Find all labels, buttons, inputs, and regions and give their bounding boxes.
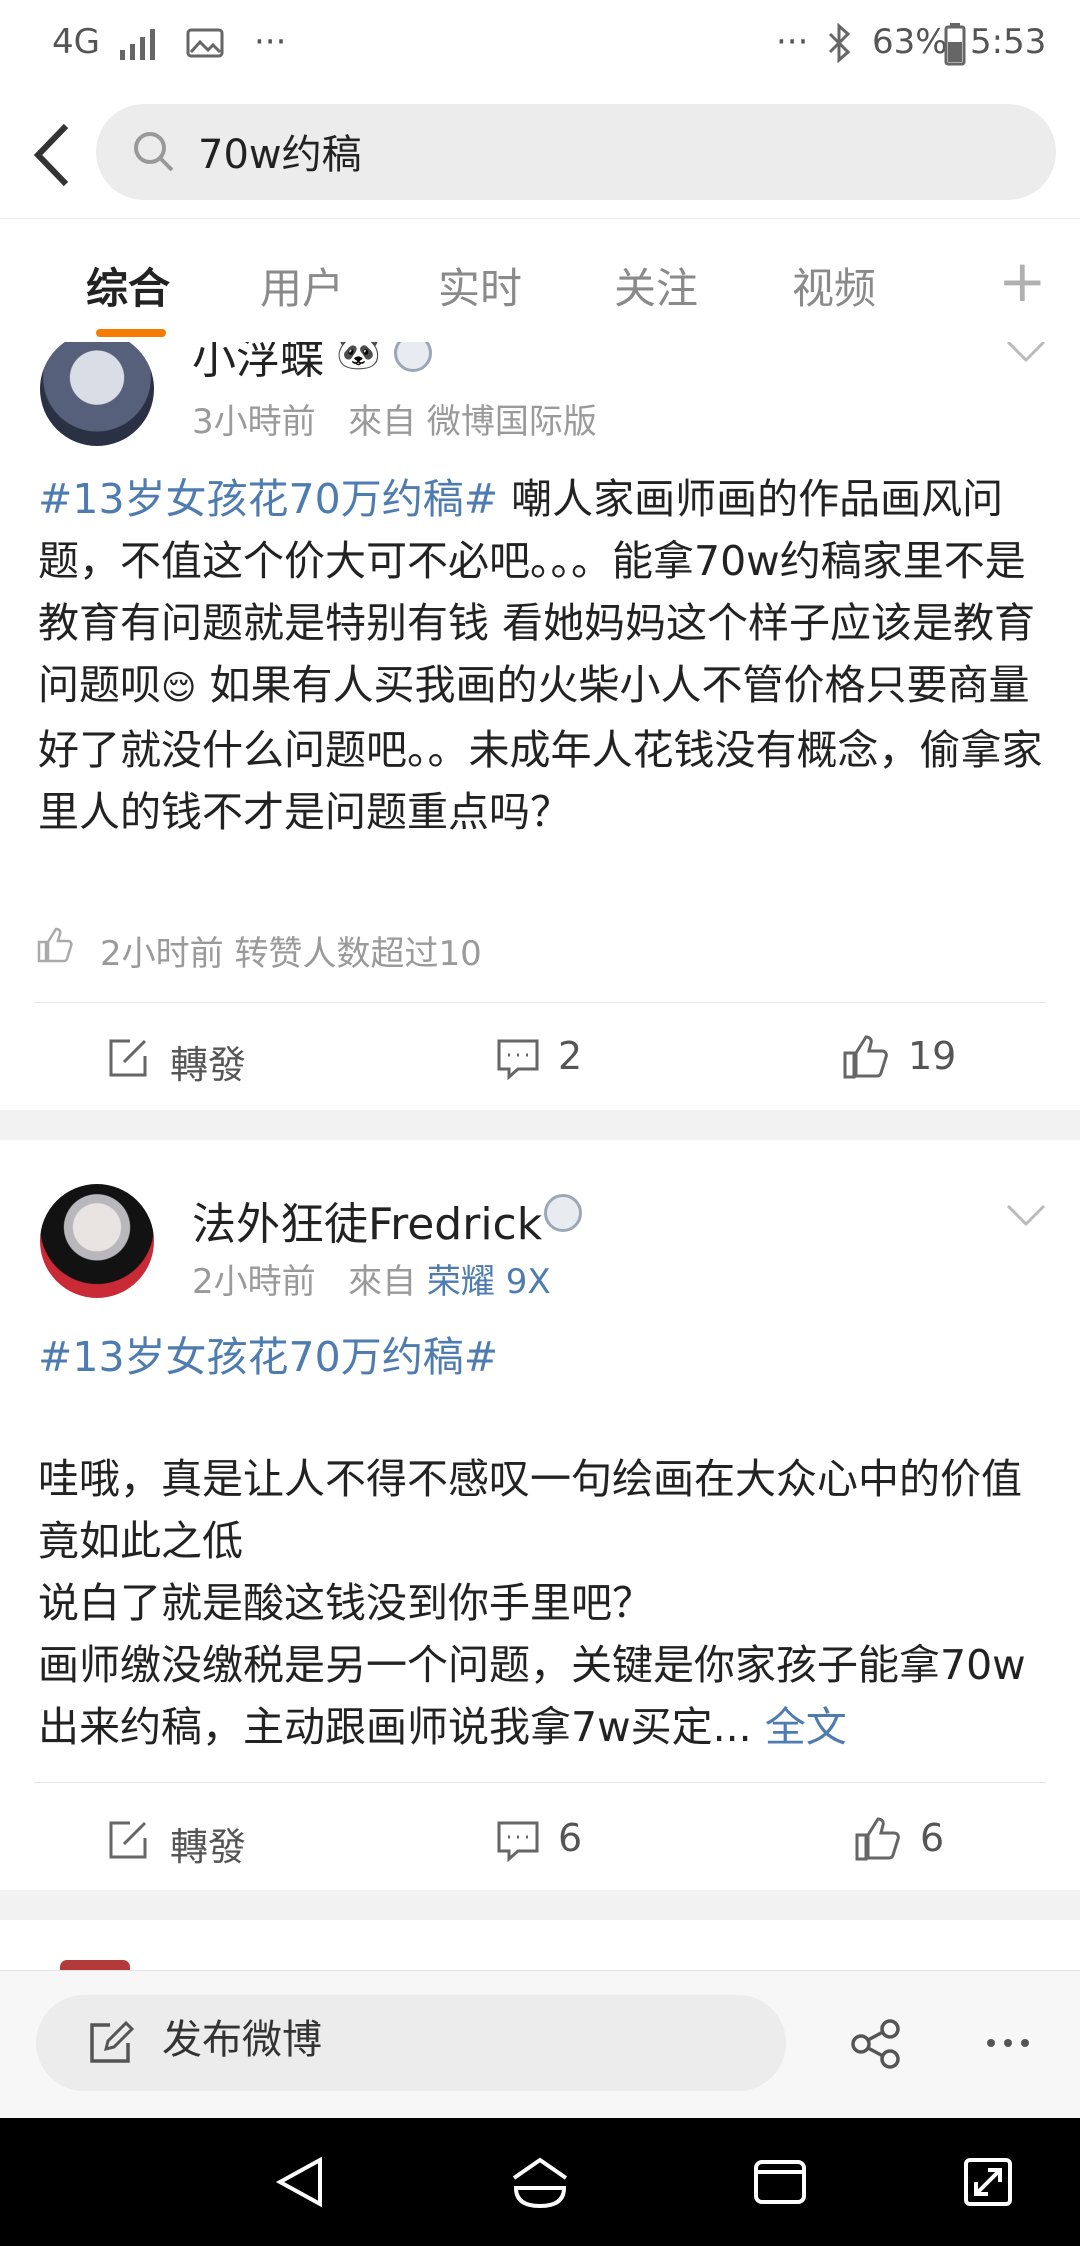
post-separator: [0, 1110, 1080, 1140]
add-tab-button[interactable]: +: [998, 247, 1047, 315]
chevron-down-icon[interactable]: [1004, 1202, 1048, 1230]
post-source[interactable]: 荣耀 9X: [427, 1262, 551, 1302]
system-nav-bar: [0, 2118, 1080, 2246]
nav-recents-icon[interactable]: [752, 2158, 808, 2206]
bluetooth-icon: [828, 22, 851, 64]
emoji-icon: 😌: [161, 668, 197, 708]
avatar[interactable]: [40, 342, 154, 446]
edit-icon: [90, 2020, 134, 2063]
chevron-down-icon[interactable]: [1004, 342, 1048, 366]
nav-back-icon[interactable]: [274, 2154, 326, 2210]
username[interactable]: 小浮蝶: [192, 342, 324, 386]
like-count[interactable]: 19: [908, 1034, 956, 1078]
share-icon[interactable]: [850, 2019, 902, 2069]
clock: 5:53: [970, 22, 1047, 62]
tab-关注[interactable]: 关注: [614, 255, 698, 316]
source-prefix: 來自: [348, 1262, 417, 1302]
nav-home-icon[interactable]: [510, 2156, 570, 2210]
search-input[interactable]: 70w约稿: [198, 122, 362, 180]
like-icon[interactable]: [842, 1034, 890, 1080]
nav-expand-icon[interactable]: [962, 2156, 1014, 2208]
verified-badge-icon: [544, 1194, 582, 1232]
hashtag-link[interactable]: #13岁女孩花70万约稿#: [38, 475, 498, 523]
compose-label: 发布微博: [162, 2017, 322, 2063]
more-status: ···: [776, 22, 809, 62]
battery-percent: 63%: [872, 22, 948, 62]
post-card: 法外狂徒Fredrick 2小時前 來自 荣耀 9X #13岁女孩花70万约稿#…: [0, 1140, 1080, 1890]
tab-视频[interactable]: 视频: [792, 255, 876, 316]
post-text-line: 哇哦，真是让人不得不感叹一句绘画在大众心中的价值竟如此之低: [38, 1455, 1022, 1565]
post-content: #13岁女孩花70万约稿# 嘲人家画师画的作品画风问题，不值这个价大可不必吧。。…: [38, 468, 1048, 843]
post-text-line: 说白了就是酸这钱没到你手里吧？: [38, 1579, 653, 1627]
post-meta: 2小時前 來自 荣耀 9X: [192, 1254, 551, 1303]
comment-icon[interactable]: [496, 1820, 540, 1862]
repost-button[interactable]: 轉發: [170, 1816, 246, 1871]
like-summary: 2小时前 转赞人数超过10: [100, 934, 482, 974]
tab-综合[interactable]: 综合: [86, 255, 170, 316]
more-options-icon[interactable]: [986, 2037, 1030, 2049]
post-meta: 3小時前 來自 微博国际版: [192, 394, 597, 443]
panda-emoji-icon: 🐼: [336, 342, 381, 372]
username[interactable]: 法外狂徒Fredrick: [192, 1188, 542, 1252]
more-notifications: ···: [254, 22, 287, 62]
post-text-line: 画师缴没缴税是另一个问题，关键是你家孩子能拿70w出来约稿，主动跟画师说我拿7w…: [38, 1641, 1026, 1751]
hashtag-link[interactable]: #13岁女孩花70万约稿#: [38, 1326, 1048, 1388]
post-card: 小浮蝶 🐼 3小時前 來自 微博国际版 #13岁女孩花70万约稿# 嘲人家画师画…: [0, 342, 1080, 1110]
tab-bar: 综合 用户 实时 关注 视频 +: [0, 218, 1080, 343]
like-icon[interactable]: [854, 1816, 902, 1862]
repost-icon[interactable]: [106, 1036, 150, 1080]
post-separator: [0, 1890, 1080, 1920]
search-header: 70w约稿: [0, 92, 1080, 218]
post-source: 微博国际版: [426, 402, 597, 442]
image-notification-icon: [186, 28, 224, 58]
battery-icon: [944, 23, 966, 66]
tab-用户[interactable]: 用户: [260, 255, 344, 316]
post-time: 3小時前: [192, 402, 316, 442]
search-icon: [134, 132, 174, 172]
like-count[interactable]: 6: [920, 1816, 944, 1860]
tab-实时[interactable]: 实时: [438, 255, 522, 316]
divider: [34, 1002, 1046, 1003]
avatar[interactable]: [40, 1184, 154, 1298]
comment-count[interactable]: 6: [558, 1816, 582, 1860]
divider: [34, 1782, 1046, 1783]
search-bar[interactable]: 70w约稿: [96, 104, 1056, 200]
active-tab-indicator: [96, 329, 166, 337]
like-thumb-icon: [37, 927, 73, 963]
comment-icon[interactable]: [496, 1038, 540, 1080]
back-arrow-icon[interactable]: [26, 120, 80, 190]
next-post-peek: [0, 1920, 1080, 1974]
network-type: 4G: [52, 22, 100, 62]
comment-count[interactable]: 2: [558, 1034, 582, 1078]
source-prefix: 來自: [348, 402, 417, 442]
status-bar: 4G ··· ··· 63% 5:53: [0, 0, 1080, 92]
signal-icon: [120, 29, 155, 60]
bottom-bar: 发布微博: [0, 1970, 1080, 2119]
repost-icon[interactable]: [106, 1818, 150, 1862]
verified-badge-icon: [394, 342, 432, 372]
full-text-link[interactable]: 全文: [765, 1703, 847, 1751]
compose-button[interactable]: [36, 1995, 786, 2091]
post-time: 2小時前: [192, 1262, 316, 1302]
repost-button[interactable]: 轉發: [170, 1034, 246, 1089]
post-content: #13岁女孩花70万约稿# 哇哦，真是让人不得不感叹一句绘画在大众心中的价值竟如…: [38, 1326, 1048, 1758]
